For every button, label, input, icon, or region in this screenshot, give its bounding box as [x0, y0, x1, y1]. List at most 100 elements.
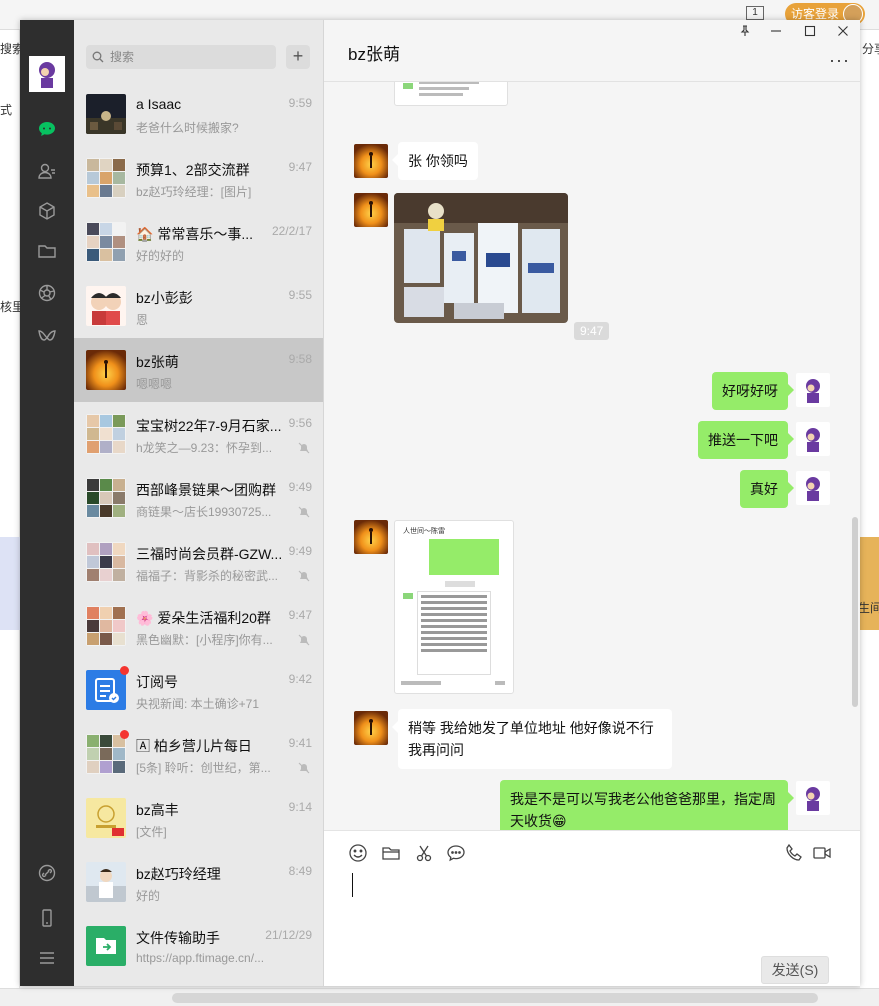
moments-icon[interactable] — [36, 282, 58, 304]
my-avatar-message[interactable] — [796, 471, 830, 505]
chat-preview: [5条] 聆听：创世纪，第... — [136, 761, 271, 775]
files-icon[interactable] — [36, 240, 58, 262]
tab-count-box[interactable]: 1 — [746, 6, 764, 20]
contact-avatar[interactable] — [354, 520, 388, 554]
my-avatar-message[interactable] — [796, 422, 830, 456]
screenshot-header-text: 人世间～陈雷 — [403, 528, 445, 535]
favorites-icon[interactable] — [36, 200, 58, 222]
partial-image-message[interactable] — [394, 82, 508, 106]
message-bubble-incoming[interactable]: 张 你领吗 — [392, 142, 478, 180]
chat-item-aiduo[interactable]: 🌸 爱朵生活福利20群 黑色幽默：[小程序]你有... 9:47 — [74, 594, 323, 658]
chat-item-budget-group[interactable]: 预算1、2部交流群 bz赵巧玲经理：[图片] 9:47 — [74, 146, 323, 210]
minimize-icon[interactable] — [767, 24, 785, 42]
maximize-icon[interactable] — [801, 24, 819, 42]
chat-item-bz-gaofeng[interactable]: bz高丰 [文件] 9:14 — [74, 786, 323, 850]
chat-item-bz-xiaopeng[interactable]: bz小彭彭 恩 9:55 — [74, 274, 323, 338]
more-options-icon[interactable]: ··· — [829, 50, 850, 71]
chat-time: 9:14 — [288, 800, 312, 814]
chat-name: 🄰 柏乡营儿片每日 — [136, 738, 252, 754]
message-bubble-outgoing[interactable]: 推送一下吧 — [698, 421, 794, 459]
chat-item-sanfu[interactable]: 三福时尚会员群-GZW... 福福子：背影杀的秘密武... 9:49 — [74, 530, 323, 594]
message-bubble-outgoing[interactable]: 我是不是可以写我老公他爸爸那里，指定周天收货😁 — [500, 780, 794, 830]
chat-name: 三福时尚会员群-GZW... — [136, 546, 283, 562]
emoji-icon[interactable] — [348, 843, 370, 865]
message-bubble-outgoing[interactable]: 真好 — [740, 470, 794, 508]
chat-item-bz-zhangmeng[interactable]: bz张萌 嗯嗯嗯 9:58 — [74, 338, 323, 402]
add-chat-button[interactable]: + — [286, 45, 310, 69]
search-box[interactable] — [86, 45, 276, 69]
chat-list-panel: + a Isaac 老爸什么时候搬家? 9:59 预算1、2部交流群 bz赵巧玲… — [74, 20, 324, 986]
video-call-icon[interactable] — [812, 843, 834, 865]
file-transfer-avatar — [86, 926, 126, 966]
unread-badge — [120, 666, 129, 675]
send-button[interactable]: 发送(S) — [761, 956, 829, 984]
chat-time: 9:42 — [288, 672, 312, 686]
message-bubble-outgoing[interactable]: 好呀好呀 — [712, 372, 794, 410]
mute-icon — [298, 570, 310, 582]
contact-avatar[interactable] — [354, 711, 388, 745]
menu-icon[interactable] — [36, 947, 58, 969]
bg-text-room: 生间 — [858, 601, 879, 615]
group-avatar — [86, 606, 126, 646]
message-bubble-incoming[interactable]: 稍等 我给她发了单位地址 他好像说不行我再问问 — [392, 709, 672, 769]
subscription-avatar — [86, 670, 126, 710]
chat-title: bz张萌 — [348, 45, 400, 64]
chat-item-baobaoshu[interactable]: 宝宝树22年7-9月石家... h龙笑之—9.23：怀孕到... 9:56 — [74, 402, 323, 466]
chat-preview: 好的 — [136, 889, 161, 903]
mute-icon — [298, 634, 310, 646]
chat-time: 22/2/17 — [271, 224, 312, 238]
close-icon[interactable] — [834, 24, 852, 42]
bg-text-share: 分享 — [862, 42, 879, 56]
chat-name: bz张萌 — [136, 354, 179, 370]
mini-program-icon[interactable] — [36, 325, 58, 347]
chat-item-subscriptions[interactable]: 订阅号 央视新闻: 本土确诊+71 9:42 — [74, 658, 323, 722]
chat-item-xibu-fengjing[interactable]: 西部峰景链果～团购群 商链果～店长19930725... 9:49 — [74, 466, 323, 530]
chat-item-isaac[interactable]: a Isaac 老爸什么时候搬家? 9:59 — [74, 82, 323, 146]
voice-call-icon[interactable] — [784, 843, 806, 865]
chat-item-baixiang[interactable]: 🄰 柏乡营儿片每日 [5条] 聆听：创世纪，第... 9:41 — [74, 722, 323, 786]
chat-name: 🌸 爱朵生活福利20群 — [136, 610, 271, 626]
bg-right-banner — [860, 537, 879, 630]
my-avatar-message[interactable] — [796, 781, 830, 815]
pin-icon[interactable] — [736, 24, 754, 42]
folder-icon[interactable] — [381, 843, 403, 865]
chat-header: bz张萌 ··· — [324, 20, 860, 82]
group-avatar — [86, 414, 126, 454]
chat-preview: 央视新闻: 本土确诊+71 — [136, 697, 260, 711]
contact-avatar[interactable] — [354, 144, 388, 178]
message-scrollbar[interactable] — [852, 517, 858, 707]
chat-name: 文件传输助手 — [136, 930, 220, 946]
chat-preview: bz赵巧玲经理：[图片] — [136, 185, 252, 199]
screenshot-image-message[interactable]: 人世间～陈雷 — [394, 520, 514, 694]
mute-icon — [298, 762, 310, 774]
contacts-icon[interactable] — [36, 160, 58, 182]
phone-icon[interactable] — [36, 907, 58, 929]
link-icon[interactable] — [36, 862, 58, 884]
chat-item-bz-zhaoqiaoling[interactable]: bz赵巧玲经理 好的 8:49 — [74, 850, 323, 914]
screenshot-scissors-icon[interactable] — [414, 843, 436, 865]
chat-time: 21/12/29 — [265, 928, 312, 942]
chat-preview: 福福子：背影杀的秘密武... — [136, 569, 279, 583]
chat-history-icon[interactable] — [446, 843, 468, 865]
my-avatar[interactable] — [29, 56, 65, 92]
chat-item-file-transfer[interactable]: 文件传输助手 https://app.ftimage.cn/... 21/12/… — [74, 914, 323, 978]
browser-bottom-scrollbar[interactable] — [0, 988, 879, 1006]
chat-name: 西部峰景链果～团购群 — [136, 482, 276, 498]
chat-icon[interactable] — [36, 118, 58, 140]
chat-time: 9:47 — [288, 160, 312, 174]
photo-message[interactable] — [394, 193, 568, 323]
search-input[interactable] — [110, 50, 270, 64]
group-avatar — [86, 734, 126, 774]
my-avatar-message[interactable] — [796, 373, 830, 407]
group-avatar — [86, 478, 126, 518]
chat-time: 9:59 — [288, 96, 312, 110]
chat-name: 宝宝树22年7-9月石家... — [136, 418, 282, 434]
chat-preview: 嗯嗯嗯 — [136, 377, 173, 391]
chat-panel: bz张萌 ··· 张 你领吗 9:47 好呀好呀 推送一下吧 真好 人世间～陈雷… — [324, 20, 860, 986]
chat-avatar — [86, 286, 126, 326]
mute-icon — [298, 442, 310, 454]
contact-avatar[interactable] — [354, 193, 388, 227]
text-input-area[interactable] — [352, 873, 353, 897]
chat-item-changchang-xile[interactable]: 🏠 常常喜乐～事... 好的好的 22/2/17 — [74, 210, 323, 274]
chat-time: 9:47 — [288, 608, 312, 622]
